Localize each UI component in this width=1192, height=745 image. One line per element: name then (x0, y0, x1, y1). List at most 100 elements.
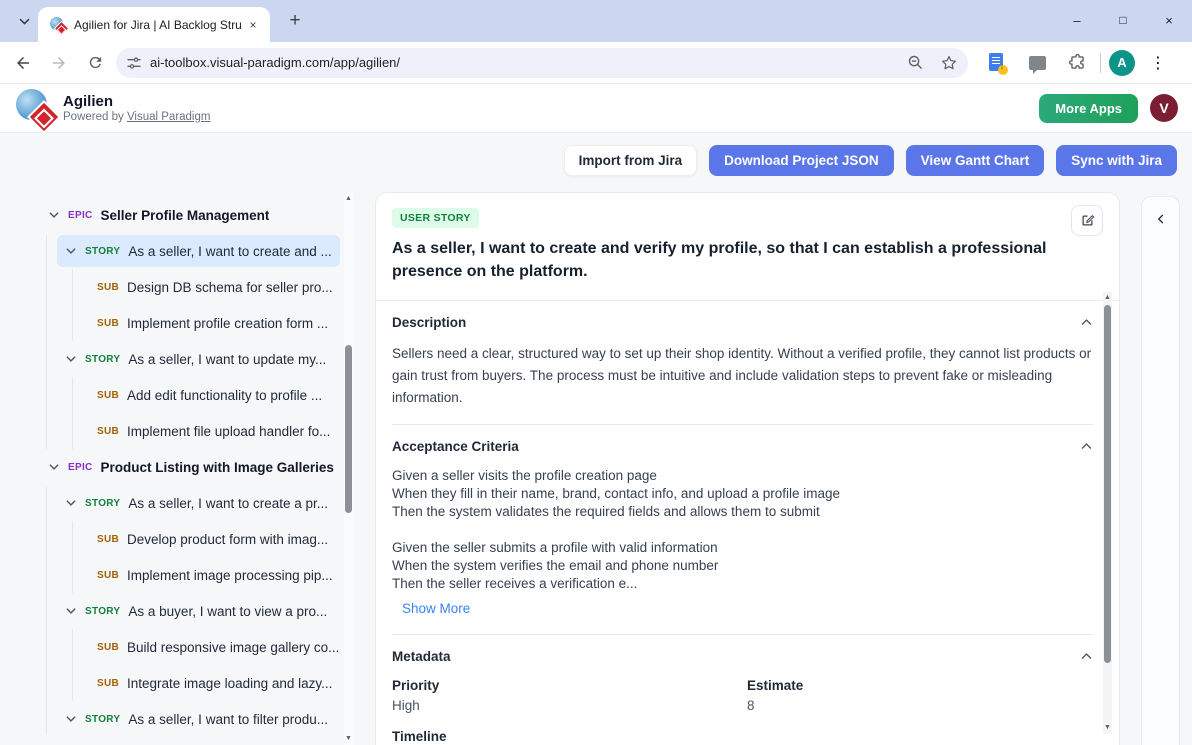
tree-item-label: Implement profile creation form ... (127, 316, 328, 331)
browser-menu-kebab-icon[interactable]: ⋮ (1143, 48, 1173, 78)
sub-badge: SUB (97, 390, 119, 401)
chevron-down-icon[interactable] (48, 209, 60, 221)
docs-extension-icon[interactable] (982, 48, 1012, 78)
acceptance-line: Then the system validates the required f… (392, 503, 1092, 521)
tree-item-subtask[interactable]: SUB Implement profile creation form ... (89, 305, 340, 341)
zoom-out-icon[interactable] (907, 54, 924, 71)
metadata-heading: Metadata (392, 649, 451, 664)
back-button[interactable] (8, 48, 38, 78)
tree-item-story[interactable]: STORY As a seller, I want to create a pr… (57, 487, 340, 519)
app-title: Agilien (63, 93, 210, 111)
sub-badge: SUB (97, 570, 119, 581)
back-arrow-icon (14, 54, 32, 72)
maximize-button[interactable]: □ (1100, 0, 1146, 40)
expand-panel-button[interactable] (1142, 199, 1179, 239)
scrollbar-thumb[interactable] (345, 345, 352, 513)
reload-button[interactable] (80, 48, 110, 78)
collapse-chevron-up-icon[interactable] (1080, 650, 1093, 663)
tree-item-label: As a seller, I want to filter produ... (128, 712, 328, 727)
tree-item-subtask[interactable]: SUB Implement file upload handler fo... (89, 413, 340, 449)
tree-item-epic[interactable]: EPIC Seller Profile Management (40, 197, 340, 233)
tab-close-icon[interactable]: × (244, 16, 262, 34)
tree-item-subtask[interactable]: SUB Design DB schema for seller pro... (89, 269, 340, 305)
bookmark-star-icon[interactable] (940, 54, 958, 72)
chevron-down-icon[interactable] (65, 713, 77, 725)
tree-item-story[interactable]: STORY As a seller, I want to filter prod… (57, 703, 340, 735)
tree-item-label: Develop product form with imag... (127, 532, 328, 547)
visual-paradigm-link[interactable]: Visual Paradigm (127, 111, 211, 123)
priority-value: High (392, 698, 747, 713)
browser-toolbar: ai-toolbox.visual-paradigm.com/app/agili… (0, 42, 1192, 84)
minimize-button[interactable]: – (1054, 0, 1100, 40)
tree-item-subtask[interactable]: SUB Add edit functionality to profile ..… (89, 377, 340, 413)
chevron-down-icon[interactable] (65, 497, 77, 509)
sub-badge: SUB (97, 318, 119, 329)
import-from-jira-button[interactable]: Import from Jira (564, 145, 698, 176)
powered-by: Powered by Visual Paradigm (63, 111, 210, 123)
chevron-down-icon[interactable] (65, 353, 77, 365)
tree-item-story[interactable]: STORY As a buyer, I want to view a pro..… (57, 595, 340, 627)
scroll-up-icon[interactable]: ▲ (1103, 293, 1112, 303)
tree-item-story-selected[interactable]: STORY As a seller, I want to create and … (57, 235, 340, 267)
close-button[interactable]: × (1146, 0, 1192, 40)
timeline-label: Timeline (392, 729, 1093, 744)
new-tab-button[interactable]: + (282, 8, 308, 34)
view-gantt-chart-button[interactable]: View Gantt Chart (906, 145, 1045, 176)
scrollbar-thumb[interactable] (1104, 305, 1111, 663)
sync-with-jira-button[interactable]: Sync with Jira (1056, 145, 1177, 176)
forward-arrow-icon (50, 54, 68, 72)
user-story-badge: USER STORY (392, 208, 479, 228)
chevron-down-icon[interactable] (48, 461, 60, 473)
more-apps-button[interactable]: More Apps (1039, 94, 1138, 123)
acceptance-criteria-section: Acceptance Criteria Given a seller visit… (392, 425, 1093, 635)
collapse-chevron-up-icon[interactable] (1080, 316, 1093, 329)
epic-badge: EPIC (68, 210, 93, 221)
acceptance-line: Given a seller visits the profile creati… (392, 467, 1092, 485)
collapse-chevron-up-icon[interactable] (1080, 440, 1093, 453)
tree-item-subtask[interactable]: SUB Build responsive image gallery co... (89, 629, 340, 665)
acceptance-criteria-heading: Acceptance Criteria (392, 439, 519, 454)
feedback-bubble-icon[interactable] (1022, 48, 1052, 78)
browser-tab[interactable]: Agilien for Jira | AI Backlog Stru × (38, 7, 270, 42)
tree-item-subtask[interactable]: SUB Develop product form with imag... (89, 521, 340, 557)
story-detail-panel: USER STORY As a seller, I want to create… (375, 192, 1120, 745)
toolbar-divider (1100, 53, 1101, 73)
detail-scrollbar[interactable]: ▲ ▼ (1103, 292, 1112, 734)
acceptance-line: When they fill in their name, brand, con… (392, 485, 1092, 503)
tree-scrollbar[interactable]: ▲ ▼ (344, 193, 353, 745)
chevron-down-icon[interactable] (65, 245, 77, 257)
show-more-link[interactable]: Show More (402, 601, 470, 616)
metadata-section: Metadata Priority High Estimate 8 Timeli… (392, 635, 1093, 745)
sub-badge: SUB (97, 534, 119, 545)
story-header: USER STORY As a seller, I want to create… (376, 193, 1119, 301)
window-controls: – □ × (1054, 0, 1192, 40)
chevron-down-icon[interactable] (65, 605, 77, 617)
scroll-down-icon[interactable]: ▼ (344, 734, 353, 744)
url-text[interactable]: ai-toolbox.visual-paradigm.com/app/agili… (150, 55, 907, 70)
app-header: Agilien Powered by Visual Paradigm More … (0, 84, 1192, 133)
story-badge: STORY (85, 498, 120, 509)
story-badge: STORY (85, 246, 120, 257)
download-project-json-button[interactable]: Download Project JSON (709, 145, 894, 176)
tree-item-label: Implement file upload handler fo... (127, 424, 330, 439)
tree-item-label: Build responsive image gallery co... (127, 640, 339, 655)
site-favicon (50, 17, 66, 33)
tree-item-epic[interactable]: EPIC Product Listing with Image Gallerie… (40, 449, 340, 485)
estimate-value: 8 (747, 698, 1093, 713)
scroll-down-icon[interactable]: ▼ (1103, 723, 1112, 733)
site-settings-icon[interactable] (126, 55, 142, 71)
agilien-logo (16, 89, 54, 127)
browser-profile-avatar[interactable]: A (1109, 50, 1135, 76)
tree-item-subtask[interactable]: SUB Implement image processing pip... (89, 557, 340, 593)
actions-row: Import from Jira Download Project JSON V… (564, 145, 1177, 176)
edit-story-button[interactable] (1071, 205, 1103, 236)
tree-item-subtask[interactable]: SUB Integrate image loading and lazy... (89, 665, 340, 701)
forward-button[interactable] (44, 48, 74, 78)
url-bar[interactable]: ai-toolbox.visual-paradigm.com/app/agili… (116, 48, 968, 78)
user-avatar[interactable]: V (1150, 94, 1178, 122)
chevron-left-icon (1155, 213, 1167, 225)
tree-item-story[interactable]: STORY As a seller, I want to update my..… (57, 343, 340, 375)
scroll-up-icon[interactable]: ▲ (344, 194, 353, 204)
extensions-puzzle-icon[interactable] (1062, 48, 1092, 78)
tab-search-button[interactable] (10, 8, 38, 34)
